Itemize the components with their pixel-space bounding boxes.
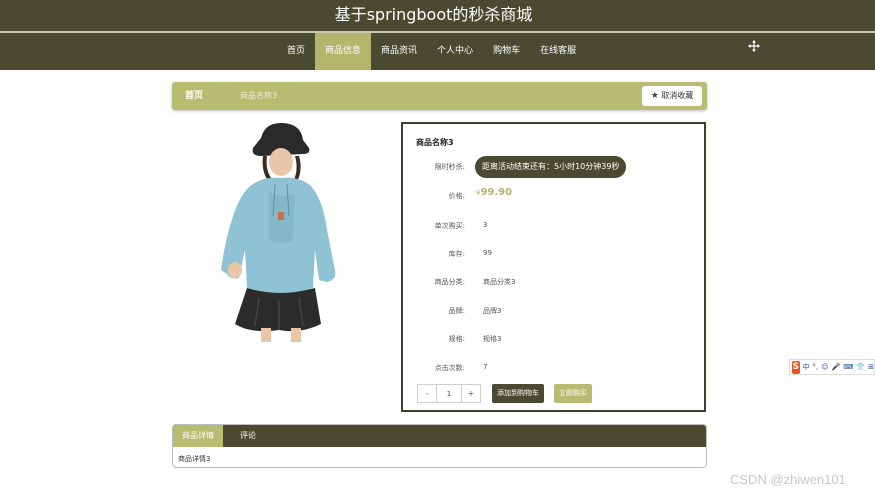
purchase-limit-value: 3 [483, 221, 488, 229]
brand-label: 品牌: [448, 307, 465, 315]
nav-item-user-center[interactable]: 个人中心 [427, 33, 483, 70]
purchase-limit-label: 单次购买: [434, 222, 465, 230]
category-label: 商品分类: [434, 278, 465, 286]
product-info-panel: 商品名称3 限时秒杀: 距离活动结束还有：5小时10分钟39秒 价格: ¥99.… [401, 122, 706, 412]
breadcrumb: 首页 商品名称3 ★ 取消收藏 [172, 82, 707, 110]
spec-value: 规格3 [483, 335, 502, 343]
ime-voice-icon[interactable]: 🎤 [832, 363, 841, 371]
decrease-quantity-button[interactable]: - [418, 385, 436, 402]
site-title: 基于springboot的秒杀商城 [334, 5, 533, 24]
ime-tools-icon[interactable]: ⊞ [868, 363, 874, 371]
site-header: 基于springboot的秒杀商城 首页 商品信息 商品资讯 个人中心 购物车 … [0, 0, 875, 70]
nav-item-cart[interactable]: 购物车 [483, 33, 530, 70]
nav-item-products[interactable]: 商品信息 [315, 33, 372, 70]
add-to-cart-button[interactable]: 添加到购物车 [492, 384, 544, 403]
tab-bar: 商品详情 评论 [173, 425, 706, 447]
tab-product-detail[interactable]: 商品详情 [173, 425, 223, 447]
price-amount: 99.90 [480, 187, 513, 198]
move-cursor-icon [748, 40, 760, 52]
increase-quantity-button[interactable]: + [462, 385, 480, 402]
nav-item-news[interactable]: 商品资讯 [371, 33, 427, 70]
ime-emoji-icon[interactable]: ☺ [821, 363, 828, 371]
unfavorite-label: 取消收藏 [661, 91, 694, 100]
product-detail-content: 商品详情3 [178, 455, 211, 463]
spec-label: 规格: [448, 335, 465, 343]
product-name: 商品名称3 [416, 138, 454, 147]
ime-skin-icon[interactable]: 👕 [856, 363, 865, 371]
price-label: 价格: [448, 192, 465, 200]
ime-toolbar[interactable]: S 中 °, ☺ 🎤 ⌨ 👕 ⊞ [789, 359, 875, 375]
tab-comments[interactable]: 评论 [231, 425, 265, 447]
quantity-stepper: - + [417, 384, 481, 403]
flash-sale-label: 限时秒杀: [434, 163, 465, 171]
product-tabs: 商品详情 评论 商品详情3 [172, 424, 707, 468]
ime-chinese-mode[interactable]: 中 [803, 362, 810, 372]
buy-now-button[interactable]: 立即购买 [554, 384, 592, 403]
nav-item-home[interactable]: 首页 [277, 33, 315, 70]
stock-label: 库存: [448, 250, 465, 258]
star-icon: ★ [650, 91, 659, 101]
quantity-input[interactable] [436, 385, 462, 402]
product-image [221, 122, 336, 342]
category-value: 商品分类3 [483, 278, 516, 286]
breadcrumb-current: 商品名称3 [240, 91, 278, 100]
click-count-value: 7 [483, 363, 488, 371]
ime-punctuation-icon[interactable]: °, [813, 363, 819, 371]
nav-item-online-service[interactable]: 在线客服 [530, 33, 586, 70]
click-count-label: 点击次数: [434, 364, 465, 372]
ime-keyboard-icon[interactable]: ⌨ [843, 363, 853, 371]
stock-value: 99 [483, 249, 492, 257]
breadcrumb-home[interactable]: 首页 [185, 82, 203, 110]
unfavorite-button[interactable]: ★ 取消收藏 [642, 86, 702, 106]
countdown-badge: 距离活动结束还有：5小时10分钟39秒 [475, 156, 627, 178]
main-nav: 首页 商品信息 商品资讯 个人中心 购物车 在线客服 [277, 33, 586, 70]
price-value: ¥99.90 [476, 187, 512, 198]
csdn-watermark: CSDN @zhiwen101 [730, 472, 846, 487]
brand-value: 品牌3 [483, 307, 502, 315]
sogou-logo-icon: S [792, 360, 800, 374]
